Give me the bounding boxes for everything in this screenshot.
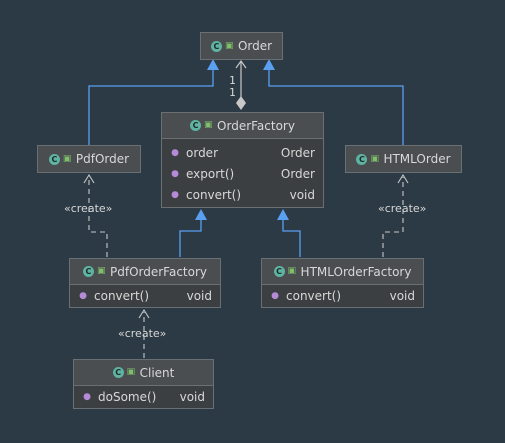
pdforderfactory-creates-pdforder-line: [88, 177, 108, 257]
member-row[interactable]: ● convert() void: [70, 285, 220, 306]
member-icon: ●: [171, 147, 179, 158]
inheritance-arrowhead: [263, 59, 275, 70]
class-header: C ▣ PdfOrderFactory: [70, 259, 220, 285]
class-name: Order: [237, 39, 273, 53]
public-lock-icon: ▣: [224, 40, 234, 51]
class-orderfactory[interactable]: C ▣ OrderFactory ● order Order ● export(…: [161, 112, 324, 208]
member-icon: ●: [171, 189, 179, 200]
public-lock-icon: ▣: [287, 266, 297, 276]
member-name: order: [186, 145, 218, 160]
pdforderfactory-inherits-orderfactory-line: [179, 218, 202, 257]
class-members: ● convert() void: [262, 285, 423, 308]
member-name: convert(): [286, 288, 342, 303]
member-name: doSome(): [98, 389, 157, 404]
inheritance-arrowhead: [207, 59, 219, 70]
member-name: convert(): [94, 288, 150, 303]
class-name: PdfOrderFactory: [109, 264, 207, 279]
htmlorderfactory-inherits-orderfactory-line: [282, 218, 301, 257]
dependency-open-arrowhead: [397, 173, 409, 184]
create-stereotype-html: «create»: [378, 202, 426, 215]
class-name: OrderFactory: [217, 118, 295, 133]
member-icon: ●: [83, 391, 91, 402]
class-c-icon: C: [82, 266, 94, 277]
member-icon: ●: [79, 290, 87, 301]
multiplicity-bottom: 1: [229, 86, 236, 99]
class-order[interactable]: C ▣ Order: [200, 32, 283, 60]
member-name: convert(): [186, 187, 242, 202]
class-c-icon: C: [112, 367, 124, 378]
class-members: ● order Order ● export() Order ● convert…: [162, 139, 323, 207]
public-lock-icon: ▣: [204, 120, 213, 130]
aggregation-diamond: [236, 96, 246, 110]
public-lock-icon: ▣: [126, 367, 136, 377]
htmlorderfactory-creates-htmlorder-line: [382, 177, 404, 257]
class-name: Client: [139, 365, 175, 380]
class-c-icon: C: [273, 266, 285, 277]
inheritance-arrowhead: [277, 209, 289, 220]
class-header: C ▣ HTMLOrder: [346, 146, 461, 172]
member-icon: ●: [171, 168, 179, 179]
class-pdforderfactory[interactable]: C ▣ PdfOrderFactory ● convert() void: [69, 258, 221, 308]
class-header: C ▣ Client: [74, 360, 213, 386]
create-stereotype-client: «create»: [118, 327, 166, 340]
class-htmlorder[interactable]: C ▣ HTMLOrder: [345, 145, 462, 173]
member-row[interactable]: ● order Order: [162, 142, 323, 163]
create-stereotype-pdf: «create»: [64, 202, 112, 215]
inheritance-arrowhead: [195, 209, 207, 220]
class-header: C ▣ HTMLOrderFactory: [262, 259, 423, 285]
member-row[interactable]: ● doSome() void: [74, 386, 213, 407]
member-type: void: [289, 187, 315, 202]
class-name: HTMLOrder: [383, 152, 451, 166]
member-row[interactable]: ● export() Order: [162, 163, 323, 184]
member-row[interactable]: ● convert() void: [262, 285, 423, 306]
dependency-open-arrowhead: [138, 308, 150, 319]
class-pdforder[interactable]: C ▣ PdfOrder: [37, 145, 141, 173]
member-type: void: [389, 288, 415, 303]
class-name: HTMLOrderFactory: [300, 264, 412, 279]
class-members: ● doSome() void: [74, 386, 213, 409]
class-header: C ▣ Order: [201, 33, 282, 59]
class-c-icon: C: [190, 120, 202, 131]
member-row[interactable]: ● convert() void: [162, 184, 323, 205]
class-c-icon: C: [210, 40, 222, 52]
class-c-icon: C: [356, 153, 368, 165]
member-type: void: [179, 389, 205, 404]
class-client[interactable]: C ▣ Client ● doSome() void: [73, 359, 214, 409]
class-members: ● convert() void: [70, 285, 220, 308]
member-name: export(): [186, 166, 235, 181]
member-icon: ●: [271, 290, 279, 301]
class-header: C ▣ OrderFactory: [162, 113, 323, 139]
public-lock-icon: ▣: [370, 153, 379, 164]
public-lock-icon: ▣: [62, 153, 72, 164]
class-c-icon: C: [48, 153, 60, 165]
public-lock-icon: ▣: [96, 266, 106, 276]
member-type: void: [186, 288, 212, 303]
class-htmlorderfactory[interactable]: C ▣ HTMLOrderFactory ● convert() void: [261, 258, 424, 308]
member-type: Order: [280, 145, 315, 160]
class-name: PdfOrder: [75, 152, 130, 166]
member-type: Order: [280, 166, 315, 181]
class-header: C ▣ PdfOrder: [38, 146, 140, 172]
